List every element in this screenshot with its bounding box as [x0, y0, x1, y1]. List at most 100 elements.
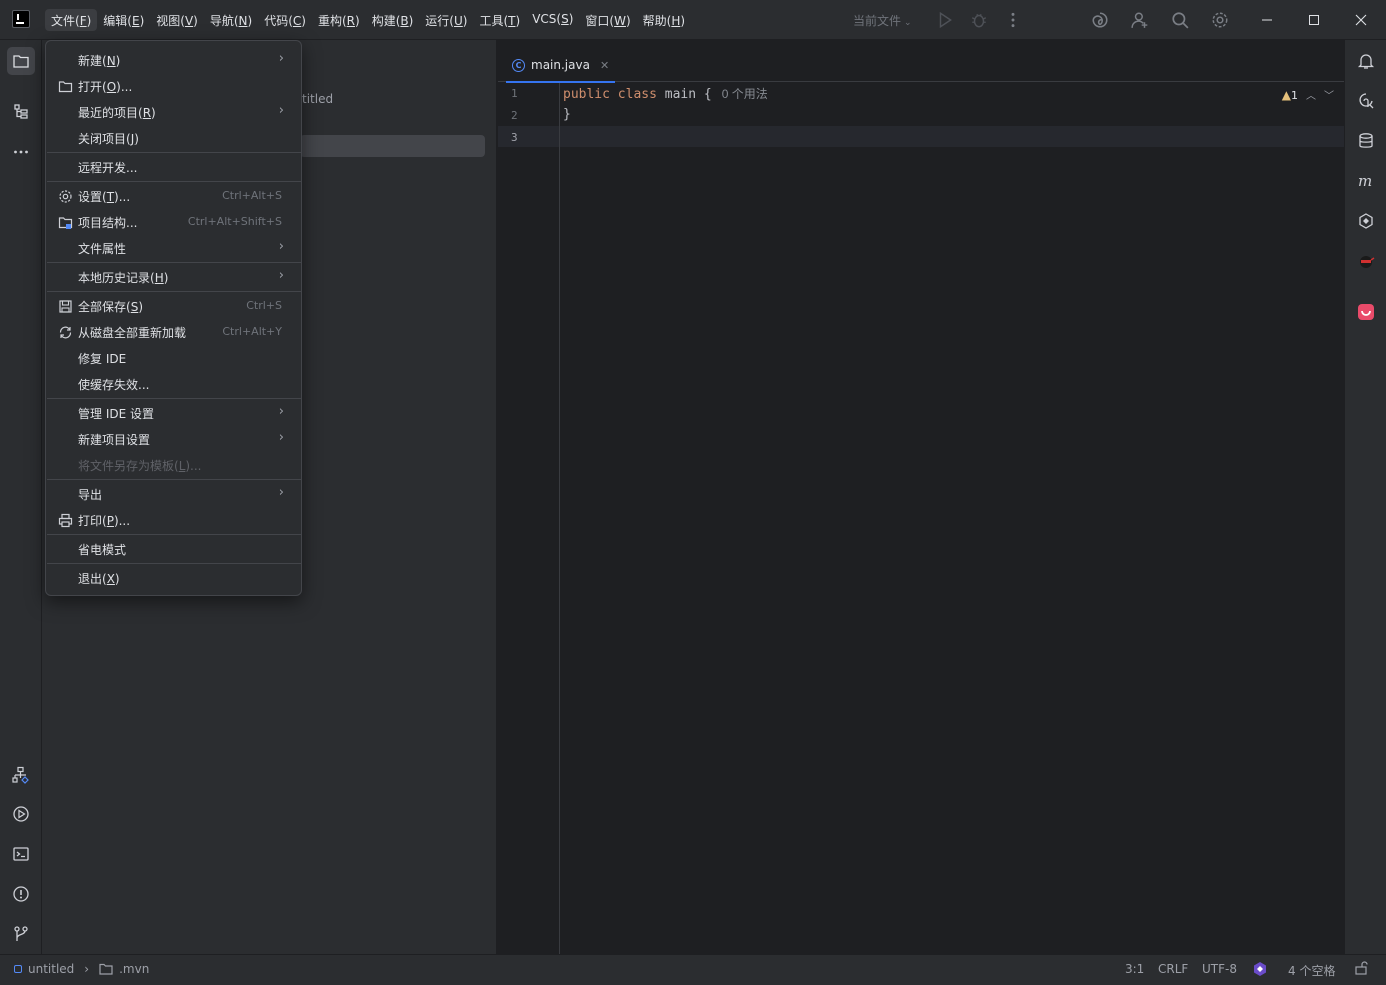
problems-tool-button[interactable]	[7, 880, 35, 908]
problems-icon	[13, 886, 29, 902]
ai-chat-icon[interactable]	[1354, 89, 1378, 113]
file-encoding[interactable]: UTF-8	[1202, 962, 1237, 976]
menu-view[interactable]: 视图(V)	[150, 9, 204, 31]
code-line-2[interactable]: }	[563, 107, 571, 122]
ninja-plugin-icon[interactable]	[1354, 249, 1378, 273]
red-plugin-icon[interactable]	[1354, 300, 1378, 324]
usage-inlay-hint[interactable]: 0 个用法	[722, 87, 768, 101]
intellij-logo-icon[interactable]	[12, 10, 30, 28]
breadcrumb-project[interactable]: untitled	[28, 962, 74, 976]
file-menu-new-project-settings[interactable]: 新建项目设置 ›	[51, 426, 296, 452]
line-separator[interactable]: CRLF	[1158, 962, 1188, 976]
menu-code[interactable]: 代码(C)	[258, 9, 312, 31]
file-menu-exit[interactable]: 退出(X)	[51, 565, 296, 591]
indent-setting[interactable]: 4 个空格	[1288, 962, 1335, 979]
settings-gear-icon[interactable]	[1210, 10, 1230, 30]
print-icon	[57, 512, 73, 528]
code-with-me-icon[interactable]	[1130, 10, 1150, 30]
menu-window[interactable]: 窗口(W)	[579, 9, 636, 31]
services-tool-button[interactable]	[7, 761, 35, 789]
chevron-right-icon: ›	[84, 962, 90, 976]
chevron-right-icon: ›	[278, 103, 284, 118]
chevron-right-icon: ›	[278, 485, 284, 500]
structure-icon	[14, 104, 28, 119]
save-icon	[57, 298, 73, 314]
file-menu-close-project[interactable]: 关闭项目(J)	[51, 125, 296, 151]
run-icon[interactable]	[935, 10, 955, 30]
folder-icon	[57, 78, 73, 94]
terminal-tool-button[interactable]	[7, 840, 35, 868]
search-icon[interactable]	[1170, 10, 1190, 30]
current-line-highlight	[498, 126, 1344, 147]
menu-run[interactable]: 运行(U)	[419, 9, 473, 31]
maximize-button[interactable]	[1302, 8, 1326, 32]
more-actions-icon[interactable]	[1003, 10, 1023, 30]
minimize-button[interactable]	[1255, 8, 1279, 32]
file-menu-print[interactable]: 打印(P)...	[51, 507, 296, 533]
menu-separator	[47, 479, 301, 480]
warning-icon: ▲	[1281, 87, 1291, 102]
menu-tools[interactable]: 工具(T)	[473, 9, 526, 31]
database-icon[interactable]	[1354, 129, 1378, 153]
maven-icon[interactable]: m	[1354, 169, 1378, 193]
terminal-icon	[13, 847, 29, 861]
debug-icon[interactable]	[969, 10, 989, 30]
menu-refactor[interactable]: 重构(R)	[312, 9, 366, 31]
git-tool-button[interactable]	[7, 920, 35, 948]
file-menu-manage-ide-settings[interactable]: 管理 IDE 设置 ›	[51, 400, 296, 426]
more-tool-windows-button[interactable]	[7, 138, 35, 166]
notifications-bell-icon[interactable]	[1354, 49, 1378, 73]
file-menu-recent-projects[interactable]: 最近的项目(R) ›	[51, 99, 296, 125]
structure-tool-button[interactable]	[7, 98, 35, 126]
inspection-widget[interactable]: ▲1 ︿ ﹀	[1281, 87, 1334, 103]
menu-file[interactable]: 文件(F)	[45, 9, 98, 31]
file-menu-save-all[interactable]: 全部保存(S) Ctrl+S	[51, 293, 296, 319]
menu-separator	[47, 181, 301, 182]
file-menu-local-history[interactable]: 本地历史记录(H) ›	[51, 264, 296, 290]
module-icon	[14, 965, 22, 973]
code-line-1[interactable]: public class main {0 个用法	[563, 85, 768, 102]
file-menu-reload-all[interactable]: 从磁盘全部重新加载 Ctrl+Alt+Y	[51, 319, 296, 345]
file-menu-new[interactable]: 新建(N) ›	[51, 47, 296, 73]
ai-assistant-icon[interactable]	[1090, 10, 1110, 30]
file-menu-save-as-template: 将文件另存为模板(L)...	[78, 459, 202, 473]
menu-help[interactable]: 帮助(H)	[637, 9, 691, 31]
menu-edit[interactable]: 编辑(E)	[97, 9, 150, 31]
editor-tab-main-java[interactable]: C main.java ✕	[506, 49, 616, 83]
run-configuration-selector[interactable]: 当前文件 ⌄	[853, 12, 912, 29]
menu-separator	[47, 398, 301, 399]
file-menu-settings[interactable]: 设置(T)... Ctrl+Alt+S	[51, 183, 296, 209]
file-menu-remote-development[interactable]: 远程开发...	[51, 154, 296, 180]
run-tool-button[interactable]	[7, 800, 35, 828]
close-window-button[interactable]	[1349, 8, 1373, 32]
line-number: 2	[511, 109, 518, 122]
file-menu-repair-ide[interactable]: 修复 IDE	[51, 345, 296, 371]
close-tab-icon[interactable]: ✕	[600, 59, 609, 72]
file-menu-power-save-mode[interactable]: 省电模式	[51, 536, 296, 562]
main-menu-bar: 文件(F) 编辑(E) 视图(V) 导航(N) 代码(C) 重构(R) 构建(B…	[45, 9, 691, 31]
file-menu-project-structure[interactable]: 项目结构... Ctrl+Alt+Shift+S	[51, 209, 296, 235]
file-menu-invalidate-caches[interactable]: 使缓存失效...	[51, 371, 296, 397]
plugin-sync-icon[interactable]	[1354, 209, 1378, 233]
caret-position[interactable]: 3:1	[1125, 962, 1144, 976]
next-highlight-icon[interactable]: ﹀	[1324, 87, 1334, 102]
file-menu-file-properties[interactable]: 文件属性 ›	[51, 235, 296, 261]
file-menu-export[interactable]: 导出 ›	[51, 481, 296, 507]
line-number: 1	[511, 87, 518, 100]
project-tool-button[interactable]	[7, 47, 35, 75]
breadcrumb-folder[interactable]: .mvn	[119, 962, 149, 976]
file-menu-popup: 新建(N) › 打开(O)... 最近的项目(R) › 关闭项目(J) 远程开发…	[45, 40, 302, 596]
project-root-node[interactable]: titled	[302, 92, 333, 106]
previous-highlight-icon[interactable]: ︿	[1306, 87, 1316, 102]
ai-plugin-status-icon[interactable]	[1252, 961, 1268, 980]
editor-area: C main.java ✕ 1 2 3 public class main {0…	[498, 40, 1344, 954]
project-tree-selected-row[interactable]	[300, 135, 485, 157]
chevron-down-icon: ⌄	[904, 18, 912, 28]
menu-build[interactable]: 构建(B)	[366, 9, 420, 31]
file-menu-open[interactable]: 打开(O)...	[51, 73, 296, 99]
menu-separator	[47, 563, 301, 564]
line-number-gutter: 1 2 3	[498, 83, 560, 954]
menu-vcs[interactable]: VCS(S)	[526, 9, 579, 31]
unlock-icon[interactable]	[1354, 961, 1368, 978]
menu-navigate[interactable]: 导航(N)	[204, 9, 258, 31]
